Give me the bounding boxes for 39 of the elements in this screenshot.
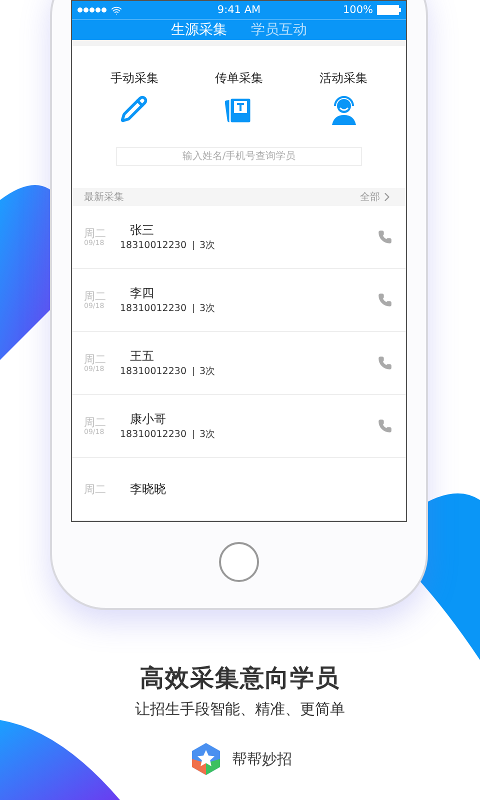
battery-icon [376,5,401,15]
search-field[interactable]: 输入姓名/手机号查询学员 [116,146,362,166]
student-name: 李四 [129,285,155,302]
action-label[interactable]: 活动采集 [320,70,368,87]
list-title: 最新采集 [84,190,124,204]
student-row[interactable]: 周二 李晓晓 [72,458,406,521]
status-time: 9:41 AM [217,4,261,16]
phone-icon[interactable] [378,230,392,244]
visit-count: 3次 [200,302,216,315]
flyer-icon [224,94,253,125]
visit-count: 3次 [200,428,216,441]
visit-count: 3次 [200,365,216,378]
action-label[interactable]: 手动采集 [110,70,158,87]
row-day: 周二 [84,228,120,238]
phone-icon[interactable] [378,419,392,433]
student-name: 康小哥 [129,411,167,428]
visit-count: 3次 [200,239,216,252]
brand-name: 帮帮妙招 [232,750,292,768]
student-name: 李晓晓 [129,480,167,498]
row-day: 周二 [84,416,120,428]
action-label[interactable]: 传单采集 [214,70,263,87]
student-phone: 18310012230 [120,303,186,314]
phone-icon[interactable] [378,356,392,370]
student-name: 王五 [129,348,155,365]
student-name: 张三 [129,222,155,239]
headline: 高效采集意向学员 [140,663,340,694]
battery-percent: 100% [342,4,373,16]
phone-icon[interactable] [378,293,392,307]
student-phone: 18310012230 [120,366,186,377]
student-phone: 18310012230 [120,240,186,251]
student-phone: 18310012230 [120,429,186,440]
row-day: 周二 [84,290,120,302]
row-day: 周二 [84,484,120,494]
signal-icon [77,7,107,13]
row-day: 周二 [84,354,120,364]
subtitle: 让招生手段智能、精准、更简单 [135,700,345,719]
pencil-icon [120,94,148,123]
wifi-icon [111,4,122,16]
home-button[interactable] [219,542,259,582]
